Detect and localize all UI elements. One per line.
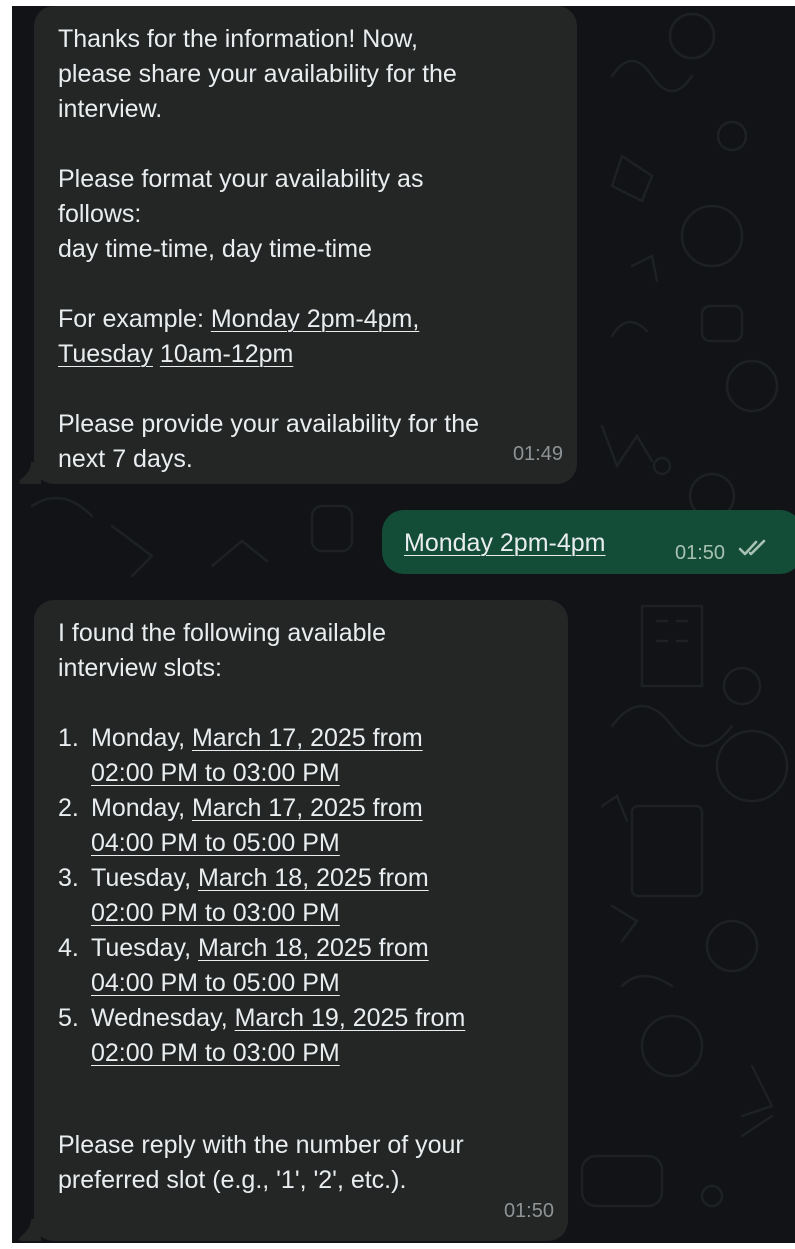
list-item: 4. Tuesday, March 18, 2025 from 04:00 PM… <box>58 931 465 1001</box>
date-link[interactable]: March 17, 2025 from <box>192 794 423 822</box>
example-prefix: For example: <box>58 305 211 333</box>
slot-line: Wednesday, March 19, 2025 from <box>91 1001 465 1036</box>
list-number: 1. <box>58 724 79 752</box>
slot-line: 02:00 PM to 03:00 PM <box>91 756 465 791</box>
slot-line: 02:00 PM to 03:00 PM <box>91 896 465 931</box>
message-line: I found the following available <box>58 619 387 647</box>
message-line: preferred slot (e.g., '1', '2', etc.). <box>58 1166 407 1194</box>
slot-day: Wednesday, <box>91 1004 235 1032</box>
list-number: 2. <box>58 794 79 822</box>
date-link[interactable]: March 18, 2025 from <box>198 864 429 892</box>
message-timestamp: 01:50 <box>503 1200 554 1222</box>
slot-line: Tuesday, March 18, 2025 from <box>91 931 465 966</box>
list-number: 4. <box>58 934 79 962</box>
slot-day: Monday, <box>91 724 192 752</box>
slot-line: Tuesday, March 18, 2025 from <box>91 861 465 896</box>
slot-line: Monday, March 17, 2025 from <box>91 721 465 756</box>
slot-list: 1. Monday, March 17, 2025 from 02:00 PM … <box>58 721 465 1071</box>
message-bubble-incoming[interactable]: I found the following available intervie… <box>34 600 568 1241</box>
message-line: Please format your availability as <box>58 165 424 193</box>
slot-line: 04:00 PM to 05:00 PM <box>91 826 465 861</box>
date-link[interactable]: 02:00 PM to 03:00 PM <box>91 1039 340 1067</box>
message-line: please share your availability for the <box>58 60 457 88</box>
slot-day: Monday, <box>91 794 192 822</box>
date-link[interactable]: Monday 2pm-4pm <box>404 526 605 561</box>
list-item: 2. Monday, March 17, 2025 from 04:00 PM … <box>58 791 465 861</box>
slot-line: Monday, March 17, 2025 from <box>91 791 465 826</box>
slot-day: Tuesday, <box>91 864 198 892</box>
message-text: I found the following available intervie… <box>58 616 465 1198</box>
date-link[interactable]: 02:00 PM to 03:00 PM <box>91 759 340 787</box>
message-line: follows: <box>58 200 142 228</box>
message-timestamp: 01:49 <box>512 443 563 465</box>
message-bubble-incoming[interactable]: Thanks for the information! Now, please … <box>34 6 577 484</box>
date-link[interactable]: 04:00 PM to 05:00 PM <box>91 829 340 857</box>
date-link[interactable]: 10am-12pm <box>160 340 293 368</box>
list-item: 3. Tuesday, March 18, 2025 from 02:00 PM… <box>58 861 465 931</box>
message-line: day time-time, day time-time <box>58 235 372 263</box>
message-line: next 7 days. <box>58 445 193 473</box>
list-item: 5. Wednesday, March 19, 2025 from 02:00 … <box>58 1001 465 1071</box>
message-timestamp: 01:50 <box>675 542 726 564</box>
message-line: interview slots: <box>58 654 222 682</box>
slot-line: 04:00 PM to 05:00 PM <box>91 966 465 1001</box>
date-link[interactable]: Monday 2pm-4pm, <box>211 305 419 333</box>
message-line: Please provide your availability for the <box>58 410 480 438</box>
list-number: 5. <box>58 1004 79 1032</box>
list-item: 1. Monday, March 17, 2025 from 02:00 PM … <box>58 721 465 791</box>
double-check-icon <box>738 539 766 556</box>
chat-area[interactable]: Thanks for the information! Now, please … <box>12 6 795 1243</box>
date-link[interactable]: March 19, 2025 from <box>235 1004 466 1032</box>
date-link[interactable]: 02:00 PM to 03:00 PM <box>91 899 340 927</box>
date-link[interactable]: 04:00 PM to 05:00 PM <box>91 969 340 997</box>
message-line: Tuesday 10am-12pm <box>58 337 479 372</box>
list-number: 3. <box>58 864 79 892</box>
date-link[interactable]: Tuesday <box>58 340 153 368</box>
message-line: interview. <box>58 95 163 123</box>
message-line: Thanks for the information! Now, <box>58 25 418 53</box>
message-line: For example: Monday 2pm-4pm, <box>58 302 479 337</box>
date-link[interactable]: March 18, 2025 from <box>198 934 429 962</box>
slot-day: Tuesday, <box>91 934 198 962</box>
message-line: Please reply with the number of your <box>58 1131 464 1159</box>
message-bubble-outgoing[interactable]: Monday 2pm-4pm 01:50 <box>382 510 795 574</box>
message-text: Thanks for the information! Now, please … <box>58 22 479 477</box>
slot-line: 02:00 PM to 03:00 PM <box>91 1036 465 1071</box>
date-link[interactable]: March 17, 2025 from <box>192 724 423 752</box>
